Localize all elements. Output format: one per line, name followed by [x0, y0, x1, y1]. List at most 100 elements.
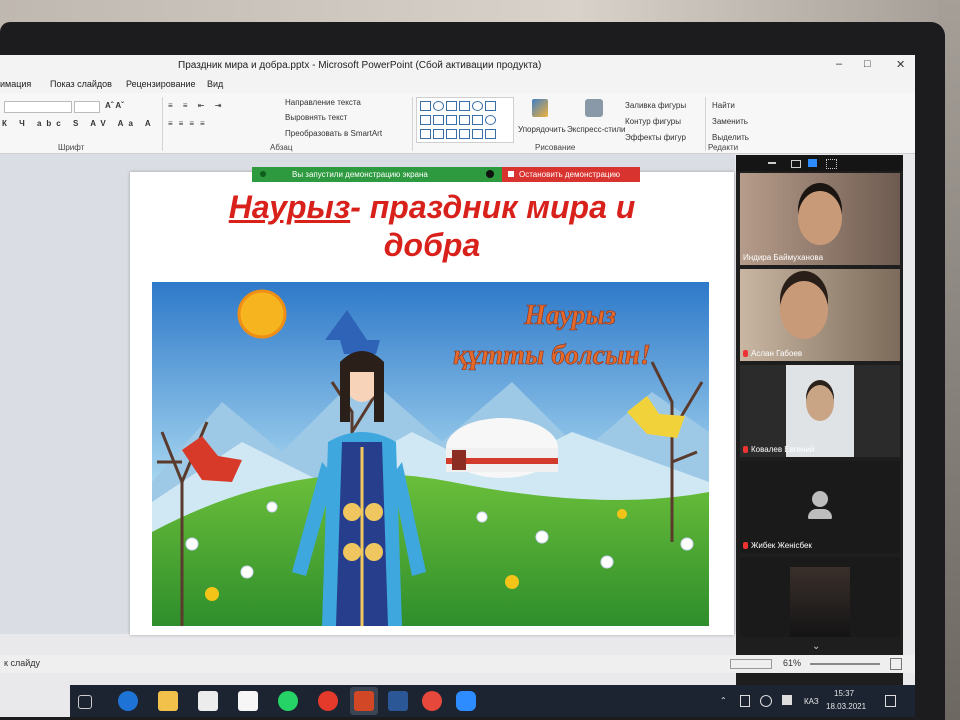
participant-video: [790, 567, 850, 637]
edge-browser-icon[interactable]: [118, 691, 138, 711]
brace-shape-icon[interactable]: [472, 129, 483, 139]
store-icon[interactable]: [198, 691, 218, 711]
zoom-slider[interactable]: [810, 663, 880, 665]
list-icons[interactable]: ≡ ≡ ⇤ ⇥: [168, 101, 225, 110]
quick-styles-button[interactable]: Экспресс-стили: [567, 125, 626, 134]
brace-shape-icon[interactable]: [446, 129, 457, 139]
slide-title[interactable]: Наурыз- праздник мира и добра: [130, 188, 734, 264]
pin-icon[interactable]: [486, 170, 494, 178]
arrange-icon[interactable]: [532, 99, 548, 117]
fit-slide-icon[interactable]: [890, 658, 902, 670]
view-icons[interactable]: [730, 659, 772, 669]
text-direction-button[interactable]: Направление текста: [285, 98, 361, 107]
word-icon[interactable]: [388, 691, 408, 711]
editing-group-label: Редакти: [708, 143, 739, 152]
participant-tile[interactable]: [740, 557, 900, 637]
replace-button[interactable]: Заменить: [712, 117, 748, 126]
elbow-shape-icon[interactable]: [433, 115, 444, 125]
quick-styles-icon[interactable]: [585, 99, 603, 117]
participant-tile[interactable]: Индира Баймуханова: [740, 173, 900, 265]
brace-shape-icon[interactable]: [459, 129, 470, 139]
gallery-view-icon[interactable]: [808, 159, 817, 167]
stop-share-button[interactable]: Остановить демонстрацию: [502, 167, 640, 182]
slide[interactable]: Наурыз- праздник мира и добра Наурыз құт…: [130, 172, 734, 635]
arrow-shape-icon[interactable]: [446, 115, 457, 125]
card-text-line1: Наурыз: [523, 300, 616, 331]
align-icons[interactable]: ≡≡≡≡: [168, 119, 211, 128]
battery-icon[interactable]: [740, 695, 750, 707]
zoom-level: 61%: [783, 658, 802, 668]
minimize-panel-icon[interactable]: [768, 162, 776, 164]
powerpoint-icon[interactable]: [354, 691, 374, 711]
oval-shape-icon[interactable]: [472, 101, 483, 111]
font-group-label: Шрифт: [58, 143, 85, 152]
shape-outline-button[interactable]: Контур фигуры: [625, 117, 681, 126]
scroll-down-icon[interactable]: ⌄: [812, 641, 820, 652]
curve-shape-icon[interactable]: [433, 129, 444, 139]
chrome-icon[interactable]: [422, 691, 442, 711]
close-icon[interactable]: ✕: [896, 58, 905, 71]
participant-tile[interactable]: Аслан Габоев: [740, 269, 900, 361]
tab-view[interactable]: Вид: [207, 79, 223, 89]
minimize-icon[interactable]: –: [836, 58, 842, 70]
align-text-button[interactable]: Выровнять текст: [285, 113, 347, 122]
slide-title-part1: Наурыз: [228, 189, 351, 225]
shape-fill-button[interactable]: Заливка фигуры: [625, 101, 686, 110]
arrow-shape-icon[interactable]: [459, 115, 470, 125]
separator: [412, 97, 413, 151]
convert-smartart-button[interactable]: Преобразовать в SmartArt: [285, 129, 382, 138]
arrow-shape-icon[interactable]: [472, 115, 483, 125]
whatsapp-icon[interactable]: [278, 691, 298, 711]
status-left-text: к слайду: [4, 658, 40, 668]
volume-icon[interactable]: [782, 695, 792, 705]
shape-effects-button[interactable]: Эффекты фигур: [625, 133, 686, 142]
circle-shape-icon[interactable]: [485, 115, 496, 125]
screen: Праздник мира и добра.pptx - Microsoft P…: [0, 55, 915, 717]
participant-tile[interactable]: Жибек Женісбек: [740, 461, 900, 553]
mail-icon[interactable]: [238, 691, 258, 711]
input-language[interactable]: КАЗ: [804, 697, 819, 706]
clock-date[interactable]: 18.03.2021: [826, 702, 866, 711]
nauryz-illustration[interactable]: Наурыз құтты болсын!: [152, 282, 709, 626]
ribbon-tabs: имация Показ слайдов Рецензирование Вид: [0, 75, 915, 93]
tab-animation[interactable]: имация: [0, 79, 31, 89]
grid-view-icon[interactable]: [826, 159, 837, 169]
font-format-icons[interactable]: К Ч abc S AV Aa A: [2, 119, 156, 128]
participant-tile[interactable]: Ковалев Евгений: [740, 365, 900, 457]
drawing-group-label: Рисование: [535, 143, 576, 152]
tab-review[interactable]: Рецензирование: [126, 79, 196, 89]
triangle-shape-icon[interactable]: [420, 115, 431, 125]
arrow-shape-icon[interactable]: [485, 101, 496, 111]
screen-share-status: Вы запустили демонстрацию экрана: [252, 167, 502, 182]
yandex-browser-icon[interactable]: [318, 691, 338, 711]
tray-arrow-icon[interactable]: ⌃: [720, 696, 727, 705]
line-shape-icon[interactable]: [446, 101, 457, 111]
clock-time[interactable]: 15:37: [834, 689, 854, 698]
shapes-gallery[interactable]: [416, 97, 514, 143]
find-button[interactable]: Найти: [712, 101, 735, 110]
participant-head: [798, 191, 842, 245]
maximize-icon[interactable]: □: [864, 58, 871, 70]
muted-mic-icon: [743, 542, 748, 549]
tab-slideshow[interactable]: Показ слайдов: [50, 79, 112, 89]
rect-shape-icon[interactable]: [459, 101, 470, 111]
zoom-icon[interactable]: [456, 691, 476, 711]
rect-shape-icon[interactable]: [420, 101, 431, 111]
network-icon[interactable]: [760, 695, 772, 707]
font-name-box[interactable]: [4, 101, 72, 113]
separator: [705, 97, 706, 151]
participant-name: Ковалев Евгений: [743, 445, 814, 454]
file-explorer-icon[interactable]: [158, 691, 178, 711]
participant-name: Аслан Габоев: [743, 349, 802, 358]
arrange-button[interactable]: Упорядочить: [518, 125, 566, 134]
task-view-icon[interactable]: [78, 695, 92, 709]
curve-shape-icon[interactable]: [420, 129, 431, 139]
star-shape-icon[interactable]: [485, 129, 496, 139]
notifications-icon[interactable]: [885, 695, 896, 707]
font-size-box[interactable]: [74, 101, 100, 113]
select-button[interactable]: Выделить: [712, 133, 749, 142]
participant-name: Индира Баймуханова: [743, 253, 824, 262]
oval-shape-icon[interactable]: [433, 101, 444, 111]
speaker-view-icon[interactable]: [791, 160, 801, 168]
grow-font-icon[interactable]: Aˆ Aˇ: [105, 101, 124, 110]
